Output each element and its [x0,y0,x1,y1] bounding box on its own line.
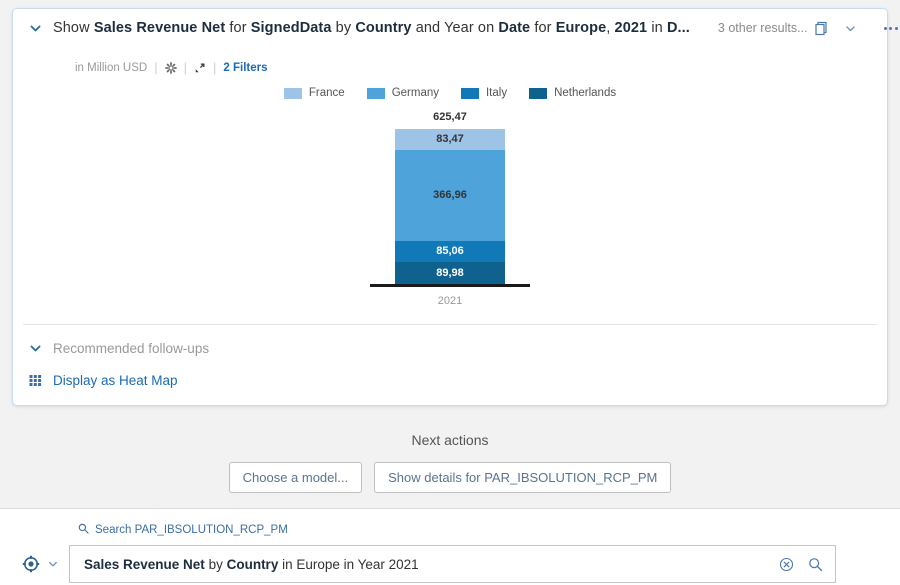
chart-legend: France Germany Italy Netherlands [13,87,887,99]
legend-swatch-icon [366,87,385,99]
search-input-actions [779,557,823,572]
model-icon[interactable] [22,555,40,573]
legend-label: France [308,87,345,99]
search-hint: Search PAR_IBSOLUTION_RCP_PM [78,523,900,537]
query-text: by [204,556,227,572]
recommended-followups-row[interactable]: Recommended follow-ups [13,331,887,365]
chart-baseline [370,283,530,287]
bar-segment-label: 85,06 [436,245,464,258]
search-footer: Search PAR_IBSOLUTION_RCP_PM Sales Reven… [0,508,900,585]
units-label: in Million USD [75,61,148,74]
title-term: Europe [555,20,607,36]
card-header: Show Sales Revenue Net for SignedData by… [13,9,898,47]
recommended-followups-label: Recommended follow-ups [53,340,210,356]
search-icon[interactable] [808,557,823,572]
result-card: Show Sales Revenue Net for SignedData by… [12,8,898,406]
clear-circle-icon[interactable] [779,557,794,572]
legend-label: Germany [391,87,439,99]
legend-item[interactable]: Germany [366,87,439,99]
filters-link[interactable]: 2 Filters [223,62,267,74]
bar-segment[interactable]: 85,06 [395,240,505,262]
bar-segment-label: 89,98 [436,266,464,279]
grid-icon [27,374,43,387]
bar-segment[interactable]: 89,98 [395,261,505,284]
title-term: 2021 [614,20,648,36]
chevron-down-icon[interactable] [838,15,864,41]
chevron-down-icon[interactable] [27,20,43,36]
more-options-icon[interactable] [878,15,900,41]
legend-label: Netherlands [554,87,617,99]
display-heatmap-row[interactable]: Display as Heat Map [13,365,887,395]
query-text: in Europe in Year 2021 [278,556,419,572]
separator: | [213,60,217,75]
next-action-button[interactable]: Show details for PAR_IBSOLUTION_RCP_PM [374,462,672,493]
chevron-down-icon[interactable] [27,340,43,356]
title-text: for [530,20,556,36]
legend-swatch-icon [460,87,479,99]
legend-label: Italy [485,87,508,99]
title-text: , [606,20,615,36]
separator: | [183,60,187,75]
card-header-actions [808,15,900,41]
search-input-value: Sales Revenue Net by Country in Europe i… [84,557,779,572]
title-text: and Year on [411,20,499,36]
search-row: Sales Revenue Net by Country in Europe i… [0,545,900,583]
card-title: Show Sales Revenue Net for SignedData by… [53,20,690,36]
separator: | [154,60,158,75]
stacked-bar[interactable]: 83,47 366,96 85,06 89,98 [395,129,505,284]
bar-total-label: 625,47 [433,111,467,123]
legend-item[interactable]: France [283,87,345,99]
bar-segment[interactable]: 83,47 [395,129,505,150]
next-actions-buttons: Choose a model... Show details for PAR_IB… [0,462,900,493]
title-text: in [647,20,667,36]
title-term: D... [666,20,690,36]
chevron-down-icon[interactable] [47,558,59,570]
app-root: Show Sales Revenue Net for SignedData by… [0,0,900,585]
query-term: Country [226,556,279,572]
bar-segment-label: 366,96 [433,189,467,202]
next-actions-title: Next actions [411,432,489,448]
legend-item[interactable]: Netherlands [529,87,616,99]
title-term: Date [498,20,531,36]
search-icon [78,523,89,537]
title-text: for [225,20,251,36]
title-term: SignedData [250,20,332,36]
legend-swatch-icon [283,87,302,99]
query-term: Sales Revenue Net [84,556,205,572]
chart-bar-group: 625,47 83,47 366,96 85,06 89,98 2021 [370,111,530,307]
bar-segment[interactable]: 366,96 [395,149,505,241]
title-term: Sales Revenue Net [93,20,226,36]
legend-item[interactable]: Italy [460,87,508,99]
next-action-button[interactable]: Choose a model... [228,462,363,493]
drill-arrow-icon[interactable] [194,62,206,74]
chart-meta-row: in Million USD | | | 2 Filters [75,60,887,75]
title-text: by [331,20,356,36]
other-results-label[interactable]: 3 other results... [718,21,808,35]
search-input[interactable]: Sales Revenue Net by Country in Europe i… [69,545,836,583]
chart-area: 625,47 83,47 366,96 85,06 89,98 2021 [13,107,887,312]
search-hint-label: Search PAR_IBSOLUTION_RCP_PM [95,524,288,536]
bar-segment-label: 83,47 [436,133,464,146]
next-actions-section: Next actions Choose a model... Show detai… [0,432,900,493]
duplicate-icon[interactable] [808,15,834,41]
legend-swatch-icon [529,87,548,99]
title-term: Country [355,20,412,36]
title-text: Show [53,20,94,36]
card-divider [23,324,877,325]
gear-icon[interactable] [164,61,177,74]
display-heatmap-link[interactable]: Display as Heat Map [53,373,178,388]
x-axis-tick-label: 2021 [437,294,463,307]
